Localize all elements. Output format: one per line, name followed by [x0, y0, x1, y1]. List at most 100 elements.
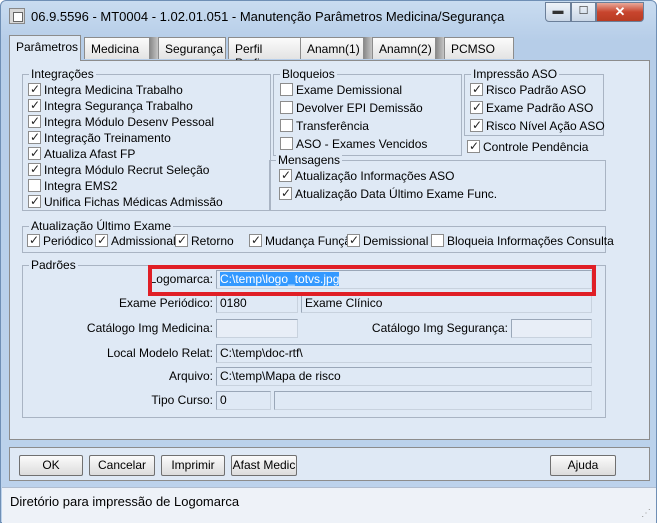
tab-perfil-profis[interactable]: Perfil Profis — [228, 37, 302, 70]
checkbox-integra-seguranca-trabalho[interactable]: Integra Segurança Trabalho — [28, 98, 193, 113]
checkbox-integra-ems2[interactable]: Integra EMS2 — [28, 179, 117, 193]
checkbox-unifica-fichas-medicas-admissao[interactable]: Unifica Fichas Médicas Admissão — [28, 194, 223, 209]
checkbox-box[interactable] — [280, 137, 293, 150]
checkbox-box[interactable] — [28, 194, 41, 208]
checkbox-retorno[interactable]: Retorno — [175, 233, 234, 248]
status-bar: Diretório para impressão de Logomarca ⋰ — [2, 487, 656, 523]
tab-separator — [150, 37, 158, 59]
checkbox-box[interactable] — [28, 98, 41, 112]
button-bar: OK Cancelar Imprimir Afast Medic Ajuda — [9, 447, 650, 481]
close-button[interactable]: ✕ — [596, 2, 644, 22]
checkbox-integra-medicina-trabalho[interactable]: Integra Medicina Trabalho — [28, 82, 183, 97]
checkbox-atualiza-afast-fp[interactable]: Atualiza Afast FP — [28, 146, 135, 161]
checkbox-box[interactable] — [470, 82, 483, 96]
checkbox-demissional[interactable]: Demissional — [347, 233, 428, 248]
checkbox-exame-padrao-aso[interactable]: Exame Padrão ASO — [470, 100, 593, 115]
tipo-curso-code-input[interactable]: 0 — [216, 391, 271, 410]
checkbox-box[interactable] — [28, 146, 41, 160]
checkbox-box[interactable] — [280, 83, 293, 96]
checkbox-box[interactable] — [280, 101, 293, 114]
checkbox-box[interactable] — [175, 233, 188, 247]
cancelar-button[interactable]: Cancelar — [89, 455, 155, 476]
title-bar[interactable]: 06.9.5596 - MT0004 - 1.02.01.051 - Manut… — [1, 1, 656, 31]
local-modelo-label: Local Modelo Relat: — [106, 346, 213, 360]
close-icon: ✕ — [614, 4, 626, 19]
tab-anamn-2[interactable]: Anamn(2) — [372, 37, 436, 59]
checkbox-integra-modulo-desenv-pessoal[interactable]: Integra Módulo Desenv Pessoal — [28, 114, 214, 129]
checkbox-box[interactable] — [431, 234, 444, 247]
resize-grip-icon[interactable]: ⋰ — [641, 508, 653, 520]
tab-anamn-1[interactable]: Anamn(1) — [300, 37, 364, 59]
checkbox-box[interactable] — [28, 82, 41, 96]
checkbox-box[interactable] — [347, 233, 360, 247]
checkbox-box[interactable] — [279, 186, 292, 200]
checkbox-box[interactable] — [95, 233, 108, 247]
checkbox-integracao-treinamento[interactable]: Integração Treinamento — [28, 130, 171, 145]
checkbox-box[interactable] — [28, 114, 41, 128]
integracoes-group: Integrações Integra Medicina TrabalhoInt… — [22, 67, 271, 211]
ajuda-button[interactable]: Ajuda — [550, 455, 616, 476]
checkbox-exame-demissional[interactable]: Exame Demissional — [280, 83, 402, 97]
checkbox-box[interactable] — [470, 118, 483, 132]
exame-periodico-desc-field: Exame Clínico — [301, 294, 592, 313]
tab-seguranca[interactable]: Segurança — [158, 37, 226, 59]
checkbox-box[interactable] — [280, 119, 293, 132]
checkbox-box[interactable] — [28, 130, 41, 144]
tab-parametros[interactable]: Parâmetros — [9, 35, 81, 61]
mensagens-title: Mensagens — [276, 153, 343, 167]
checkbox-box[interactable] — [279, 168, 292, 182]
maximize-button[interactable]: ☐ — [571, 2, 596, 22]
atualizacao-title: Atualização Último Exame — [29, 219, 174, 233]
logomarca-highlight-box — [148, 265, 596, 296]
checkbox-box[interactable] — [28, 162, 41, 176]
minimize-icon: ▬ — [552, 5, 564, 17]
checkbox-mudanca-funcao[interactable]: Mudança Função — [249, 233, 358, 248]
mensagens-group: Mensagens Atualização Informações ASO Atu… — [269, 153, 606, 211]
parametros-panel: Integrações Integra Medicina TrabalhoInt… — [9, 60, 650, 440]
checkbox-integra-modulo-recrut-selecao[interactable]: Integra Módulo Recrut Seleção — [28, 162, 209, 177]
tab-pcmso[interactable]: PCMSO — [444, 37, 514, 59]
catalogo-medicina-label: Catálogo Img Medicina: — [86, 321, 213, 335]
ok-button[interactable]: OK — [19, 455, 83, 476]
local-modelo-input[interactable]: C:\temp\doc-rtf\ — [216, 344, 592, 363]
impressao-aso-title: Impressão ASO — [471, 67, 560, 81]
arquivo-label: Arquivo: — [168, 369, 213, 383]
checkbox-devolver-epi-demissao[interactable]: Devolver EPI Demissão — [280, 101, 423, 115]
arquivo-input[interactable]: C:\temp\Mapa de risco — [216, 367, 592, 386]
imprimir-button[interactable]: Imprimir — [161, 455, 225, 476]
checkbox-atualizacao-informacoes-aso[interactable]: Atualização Informações ASO — [279, 168, 454, 183]
catalogo-seguranca-input[interactable] — [511, 319, 592, 338]
tab-separator — [436, 37, 444, 59]
bloqueios-title: Bloqueios — [280, 67, 337, 81]
checkbox-box[interactable] — [470, 100, 483, 114]
checkbox-periodico[interactable]: Periódico — [27, 233, 93, 248]
catalogo-medicina-input[interactable] — [216, 319, 298, 338]
atualizacao-group: Atualização Último Exame PeriódicoAdmiss… — [22, 219, 614, 253]
checkbox-box[interactable] — [27, 233, 40, 247]
integracoes-title: Integrações — [29, 67, 96, 81]
checkbox-admissional[interactable]: Admissional — [95, 233, 176, 248]
minimize-button[interactable]: ▬ — [545, 2, 571, 22]
status-text: Diretório para impressão de Logomarca — [10, 494, 240, 509]
tab-strip: Parâmetros Medicina Segurança Perfil Pro… — [9, 35, 649, 70]
tipo-curso-label: Tipo Curso: — [151, 393, 213, 407]
app-icon — [9, 8, 25, 24]
main-window: 06.9.5596 - MT0004 - 1.02.01.051 - Manut… — [0, 0, 657, 523]
maximize-icon: ☐ — [578, 5, 589, 17]
bloqueios-group: Bloqueios Exame Demissional Devolver EPI … — [273, 67, 462, 156]
tipo-curso-desc-field — [274, 391, 592, 410]
exame-periodico-code-input[interactable]: 0180 — [216, 294, 298, 313]
checkbox-controle-pendencia[interactable]: Controle Pendência — [467, 139, 588, 154]
afast-medic-button[interactable]: Afast Medic — [231, 455, 297, 476]
checkbox-aso-exames-vencidos[interactable]: ASO - Exames Vencidos — [280, 137, 427, 151]
checkbox-box[interactable] — [467, 139, 480, 153]
checkbox-transferencia[interactable]: Transferência — [280, 119, 369, 133]
checkbox-bloqueia-informacoes-consulta[interactable]: Bloqueia Informações Consulta — [431, 234, 614, 248]
checkbox-risco-padrao-aso[interactable]: Risco Padrão ASO — [470, 82, 586, 97]
exame-periodico-label: Exame Periódico: — [118, 296, 213, 310]
checkbox-atualizacao-data-ultimo-exame-func[interactable]: Atualização Data Último Exame Func. — [279, 186, 497, 201]
checkbox-box[interactable] — [249, 233, 262, 247]
checkbox-box[interactable] — [28, 179, 41, 192]
checkbox-risco-nivel-acao-aso[interactable]: Risco Nível Ação ASO — [470, 118, 605, 133]
tab-medicina[interactable]: Medicina — [84, 37, 150, 59]
